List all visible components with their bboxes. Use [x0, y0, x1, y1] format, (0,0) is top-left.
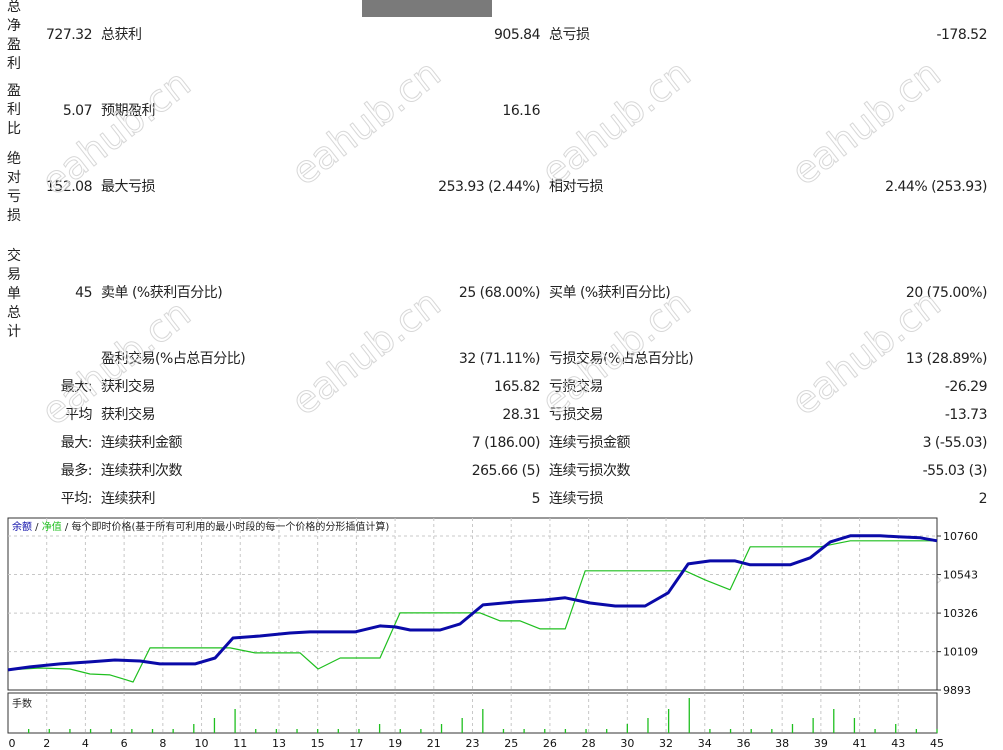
row-value-v2: 16.16: [502, 103, 540, 119]
volume-label: 手数: [12, 697, 32, 710]
row-value-v3: 2.44% (253.93): [885, 179, 987, 195]
x-tick-label: 45: [930, 737, 944, 750]
x-tick-label: 23: [466, 737, 480, 750]
row-label-l2: 相对亏损: [549, 179, 604, 195]
legend-description: / 每个即时价格(基于所有可利用的最小时段的每一个价格的分形插值计算): [62, 520, 390, 533]
x-tick-label: 6: [121, 737, 128, 750]
y-tick-label: 9893: [943, 684, 971, 697]
x-tick-label: 41: [853, 737, 867, 750]
row-label-l1: 预期盈利: [101, 103, 156, 119]
row-value-v2: 25 (68.00%): [458, 285, 541, 301]
row-value-v2: 7 (186.00): [471, 435, 541, 451]
row-label-l1: 获利交易: [101, 379, 156, 395]
y-tick-label: 10760: [943, 530, 978, 543]
row-label-l2: 买单 (%获利百分比): [549, 285, 671, 301]
row-label-l1: 卖单 (%获利百分比): [101, 285, 223, 301]
x-tick-label: 11: [233, 737, 247, 750]
row-label-l2: 亏损交易(%占总百分比): [549, 351, 694, 367]
x-tick-label: 0: [9, 737, 16, 750]
x-tick-label: 39: [814, 737, 828, 750]
x-tick-label: 36: [736, 737, 750, 750]
row-label-l2: 亏损交易: [549, 379, 604, 395]
row-value-v2: 265.66 (5): [471, 463, 541, 479]
row-value-v3: 13 (28.89%): [905, 351, 988, 367]
row-label-l1: 获利交易: [101, 407, 156, 423]
header-bar: [362, 0, 492, 17]
group-label-absolute-drawdown: 绝对亏损: [7, 151, 21, 224]
y-tick-label: 10326: [943, 607, 978, 620]
row-value-v2: 5: [531, 491, 541, 507]
row-label-l2: 连续亏损金额: [549, 435, 631, 451]
group-label-profit-factor: 盈利比: [7, 83, 21, 137]
row-value-v3: -55.03 (3): [922, 463, 988, 479]
x-tick-label: 10: [195, 737, 209, 750]
x-tick-label: 34: [698, 737, 712, 750]
legend-sep: /: [32, 522, 42, 533]
row-label-l2: 连续亏损: [549, 491, 604, 507]
row-value-v1: 最大:: [60, 435, 93, 451]
row-value-v2: 32 (71.11%): [458, 351, 541, 367]
x-tick-label: 43: [891, 737, 905, 750]
row-label-l2: 连续亏损次数: [549, 463, 631, 479]
row-value-v1: 727.32: [46, 27, 93, 43]
x-tick-label: 8: [159, 737, 166, 750]
row-value-v2: 905.84: [494, 27, 541, 43]
row-label-l1: 最大亏损: [101, 179, 156, 195]
row-label-l2: 亏损交易: [549, 407, 604, 423]
watermark: eahub.cn: [532, 50, 699, 194]
balance-chart: 0 2 4 6 8 10 11 13 15 17 19 21 23 25 26 28 30 32 34 36 38 39 4…: [7, 517, 978, 750]
row-label-l2: 总亏损: [549, 27, 590, 43]
x-tick-label: 17: [349, 737, 363, 750]
row-value-v1: 平均: [65, 407, 93, 423]
group-label-total-trades: 交易单总计: [7, 248, 21, 340]
x-tick-label: 13: [272, 737, 286, 750]
y-tick-label: 10109: [943, 646, 978, 659]
row-value-v3: 3 (-55.03): [922, 435, 988, 451]
row-value-v1: 45: [75, 285, 92, 301]
row-value-v2: 253.93 (2.44%): [438, 179, 540, 195]
row-label-l1: 总获利: [101, 27, 142, 43]
row-label-l1: 连续获利: [101, 491, 156, 507]
row-value-v1: 152.08: [46, 179, 93, 195]
row-value-v2: 28.31: [502, 407, 540, 423]
watermark: eahub.cn: [782, 50, 949, 194]
row-label-l1: 连续获利次数: [101, 463, 183, 479]
row-value-v2: 165.82: [494, 379, 541, 395]
x-tick-label: 30: [620, 737, 634, 750]
x-tick-label: 19: [388, 737, 402, 750]
legend-balance: 余额: [12, 520, 32, 533]
x-tick-label: 38: [775, 737, 789, 750]
row-value-v1: 最多:: [60, 463, 93, 479]
row-value-v1: 最大:: [60, 379, 93, 395]
x-tick-label: 21: [427, 737, 441, 750]
row-value-v3: 2: [978, 491, 988, 507]
x-tick-label: 4: [82, 737, 89, 750]
row-label-l1: 盈利交易(%占总百分比): [101, 351, 246, 367]
x-tick-label: 15: [311, 737, 325, 750]
x-tick-label: 2: [43, 737, 50, 750]
chart-legend: 余额 / 净值 / 每个即时价格(基于所有可利用的最小时段的每一个价格的分形插值…: [12, 520, 389, 533]
x-tick-label: 32: [659, 737, 673, 750]
row-value-v3: 20 (75.00%): [905, 285, 988, 301]
y-tick-label: 10543: [943, 569, 978, 582]
watermark: eahub.cn: [282, 50, 449, 194]
x-tick-label: 26: [543, 737, 557, 750]
row-value-v1: 平均:: [60, 491, 93, 507]
x-tick-label: 28: [582, 737, 596, 750]
watermark: eahub.cn: [282, 280, 449, 424]
row-value-v3: -26.29: [944, 379, 988, 395]
row-value-v3: -178.52: [936, 27, 987, 43]
row-value-v1: 5.07: [62, 103, 93, 119]
group-label-net-profit: 总净盈利: [7, 0, 21, 72]
legend-equity: 净值: [42, 520, 62, 533]
x-tick-label: 25: [504, 737, 518, 750]
row-value-v3: -13.73: [944, 407, 988, 423]
row-label-l1: 连续获利金额: [101, 435, 183, 451]
